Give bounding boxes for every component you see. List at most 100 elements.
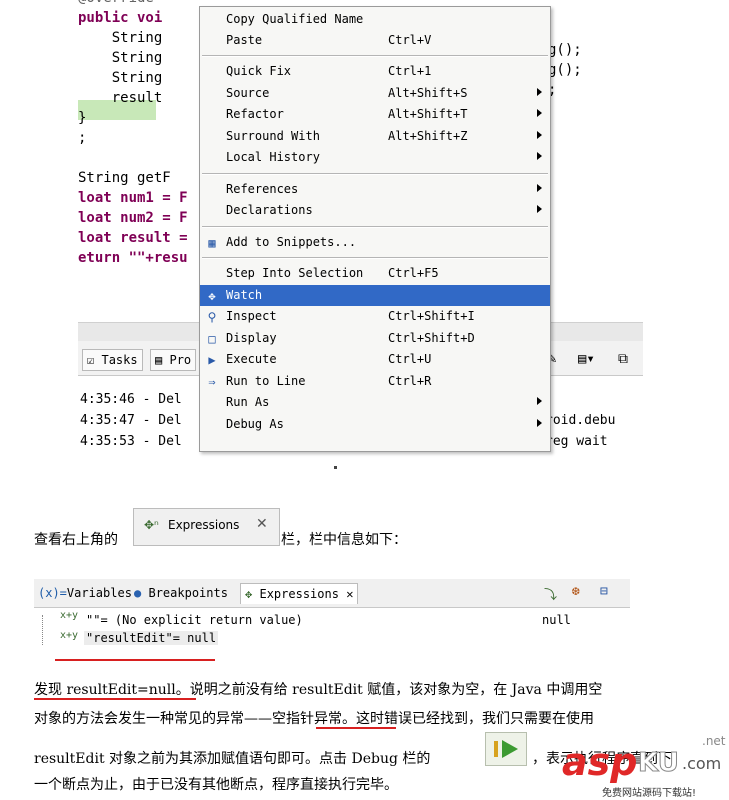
code-line: ; xyxy=(78,130,87,146)
console-line: 4:35:53 - Del xyxy=(80,434,182,449)
code-line: String xyxy=(78,70,163,86)
menu-item-label: Step Into Selection xyxy=(226,266,364,280)
code-line: @Override xyxy=(78,0,154,8)
execute-icon: ▶ xyxy=(208,353,216,367)
menu-item-label: Add to Snippets... xyxy=(226,234,357,249)
menu-item-run-to-line[interactable]: ⇒ Run to Line Ctrl+R xyxy=(200,371,550,392)
menu-item-debug-as[interactable]: Debug As xyxy=(200,414,550,435)
menu-item-run-as[interactable]: Run As xyxy=(200,392,550,413)
debug-view-tabs: (x)=Variables ● Breakpoints ✥ Expression… xyxy=(34,579,630,608)
resume-button-image xyxy=(485,732,527,766)
close-icon[interactable]: ✕ xyxy=(346,587,353,601)
tasks-icon: ☑ xyxy=(87,353,95,367)
tab-breakpoints[interactable]: ● Breakpoints xyxy=(130,583,232,603)
tree-guide xyxy=(42,615,44,645)
menu-item-copy-qualified-name[interactable]: Copy Qualified Name xyxy=(200,9,550,30)
expressions-icon: ✥ⁿ xyxy=(144,518,159,532)
collapse-all-icon[interactable]: ⊟ xyxy=(600,584,608,599)
tab-tasks[interactable]: ☑ Tasks xyxy=(82,349,143,371)
menu-item-add-to-snippets[interactable]: ▦ Add to Snippets... xyxy=(200,232,550,253)
menu-item-inspect[interactable]: ⚲ Inspect Ctrl+Shift+I xyxy=(200,306,550,327)
watch-icon: ✥ xyxy=(208,288,216,303)
menu-item-label: Run to Line xyxy=(226,373,306,388)
paragraph-2-line-1: 发现 resultEdit=null。说明之前没有给 resultEdit 赋值… xyxy=(34,682,603,698)
tab-problems-label: Pro xyxy=(169,353,192,367)
menu-separator xyxy=(202,172,548,175)
code-fragment: g(); xyxy=(548,42,582,58)
code-fragment: g(); xyxy=(548,62,582,78)
paragraph-2-line-2: 对象的方法会发生一种常见的异常——空指针异常。这时错误已经找到，我们只需要在使用 xyxy=(34,711,594,727)
menu-item-label: Inspect xyxy=(226,309,277,323)
resume-icon xyxy=(494,740,518,758)
menu-separator xyxy=(202,55,548,57)
code-line: result xyxy=(78,90,163,106)
dot xyxy=(334,466,337,469)
menu-item-surround-with[interactable]: Surround With Alt+Shift+Z xyxy=(200,126,550,147)
tab-variables[interactable]: (x)=Variables xyxy=(34,583,136,603)
menu-item-label: Debug As xyxy=(226,416,284,431)
expression-row[interactable]: "resultEdit"= null xyxy=(84,631,219,645)
menu-item-execute[interactable]: ▶ Execute Ctrl+U xyxy=(200,349,550,370)
menu-item-references[interactable]: References xyxy=(200,179,550,200)
menu-item-declarations[interactable]: Declarations xyxy=(200,200,550,221)
code-line: String xyxy=(78,50,163,66)
show-type-names-icon[interactable]: ⤵ xyxy=(544,584,557,603)
menu-item-local-history[interactable]: Local History xyxy=(200,147,550,168)
tab-expressions[interactable]: ✥ Expressions ✕ xyxy=(240,583,359,604)
watermark-suffix: KU xyxy=(638,748,680,779)
menu-item-label: Refactor xyxy=(226,107,284,121)
menu-item-shortcut: Ctrl+R xyxy=(388,373,432,388)
menu-item-source[interactable]: Source Alt+Shift+S xyxy=(200,83,550,104)
submenu-arrow-icon xyxy=(537,152,542,160)
menu-separator xyxy=(202,257,548,259)
menu-item-label: Surround With xyxy=(226,128,320,143)
menu-item-shortcut: Alt+Shift+T xyxy=(388,107,468,121)
menu-item-shortcut: Ctrl+Shift+D xyxy=(388,330,475,345)
paragraph-3-line-2: 一个断点为止，由于已没有其他断点，程序直接执行完毕。 xyxy=(34,777,398,793)
expression-row[interactable]: ""= (No explicit return value) xyxy=(86,613,303,627)
display-icon: □ xyxy=(208,331,216,346)
menu-item-shortcut: Ctrl+F5 xyxy=(388,266,439,280)
menu-item-paste[interactable]: Paste Ctrl+V xyxy=(200,30,550,51)
code-line: } xyxy=(78,110,87,126)
paragraph-1-before: 查看右上角的 xyxy=(34,532,118,548)
menu-item-label: Display xyxy=(226,330,277,345)
menu-item-label: Execute xyxy=(226,352,277,366)
menu-item-shortcut: Ctrl+U xyxy=(388,352,432,366)
tab-problems[interactable]: ▤ Pro xyxy=(150,349,197,371)
menu-separator xyxy=(202,225,548,228)
display-console-icon[interactable]: ▤▾ xyxy=(578,351,595,367)
menu-item-refactor[interactable]: Refactor Alt+Shift+T xyxy=(200,104,550,125)
code-line: String getF xyxy=(78,170,171,186)
paragraph-3-line-1a: resultEdit 对象之前为其添加赋值语句即可。点击 Debug 栏的 xyxy=(34,751,431,767)
menu-item-label: Declarations xyxy=(226,203,313,217)
open-console-icon[interactable]: ⧉ xyxy=(618,351,628,367)
snippet-icon: ▦ xyxy=(208,235,216,250)
inspect-icon: ⚲ xyxy=(207,310,217,324)
close-icon: ✕ xyxy=(256,516,268,532)
menu-item-shortcut: Ctrl+1 xyxy=(388,64,432,78)
red-underline xyxy=(34,698,196,700)
tab-tasks-label: Tasks xyxy=(101,353,138,367)
code-line: String xyxy=(78,30,163,46)
menu-item-display[interactable]: □ Display Ctrl+Shift+D xyxy=(200,328,550,349)
watermark-net: .net xyxy=(702,734,726,748)
menu-item-label: Watch xyxy=(226,287,263,302)
code-line: eturn ""+resu xyxy=(78,250,188,266)
watch-expression-icon: x+y xyxy=(60,630,79,641)
variables-icon: (x)= xyxy=(38,586,67,600)
menu-item-watch[interactable]: ✥ Watch xyxy=(200,284,550,306)
watermark-tagline: 免费网站源码下载站! xyxy=(602,788,697,799)
expressions-panel: (x)=Variables ● Breakpoints ✥ Expression… xyxy=(34,579,630,669)
expressions-view-chip: ✥ⁿ Expressions ✕ xyxy=(133,508,280,546)
code-line: loat result = xyxy=(78,230,188,246)
show-logical-structure-icon[interactable]: ❆ xyxy=(572,584,580,599)
menu-item-shortcut: Alt+Shift+S xyxy=(388,85,468,100)
red-underline xyxy=(316,727,396,729)
menu-item-label: References xyxy=(226,181,299,196)
menu-item-quick-fix[interactable]: Quick Fix Ctrl+1 xyxy=(200,61,550,82)
menu-item-step-into-selection[interactable]: Step Into Selection Ctrl+F5 xyxy=(200,263,550,284)
problems-icon: ▤ xyxy=(155,353,163,367)
expression-value: null xyxy=(542,613,571,627)
tab-breakpoints-label: Breakpoints xyxy=(148,586,228,600)
